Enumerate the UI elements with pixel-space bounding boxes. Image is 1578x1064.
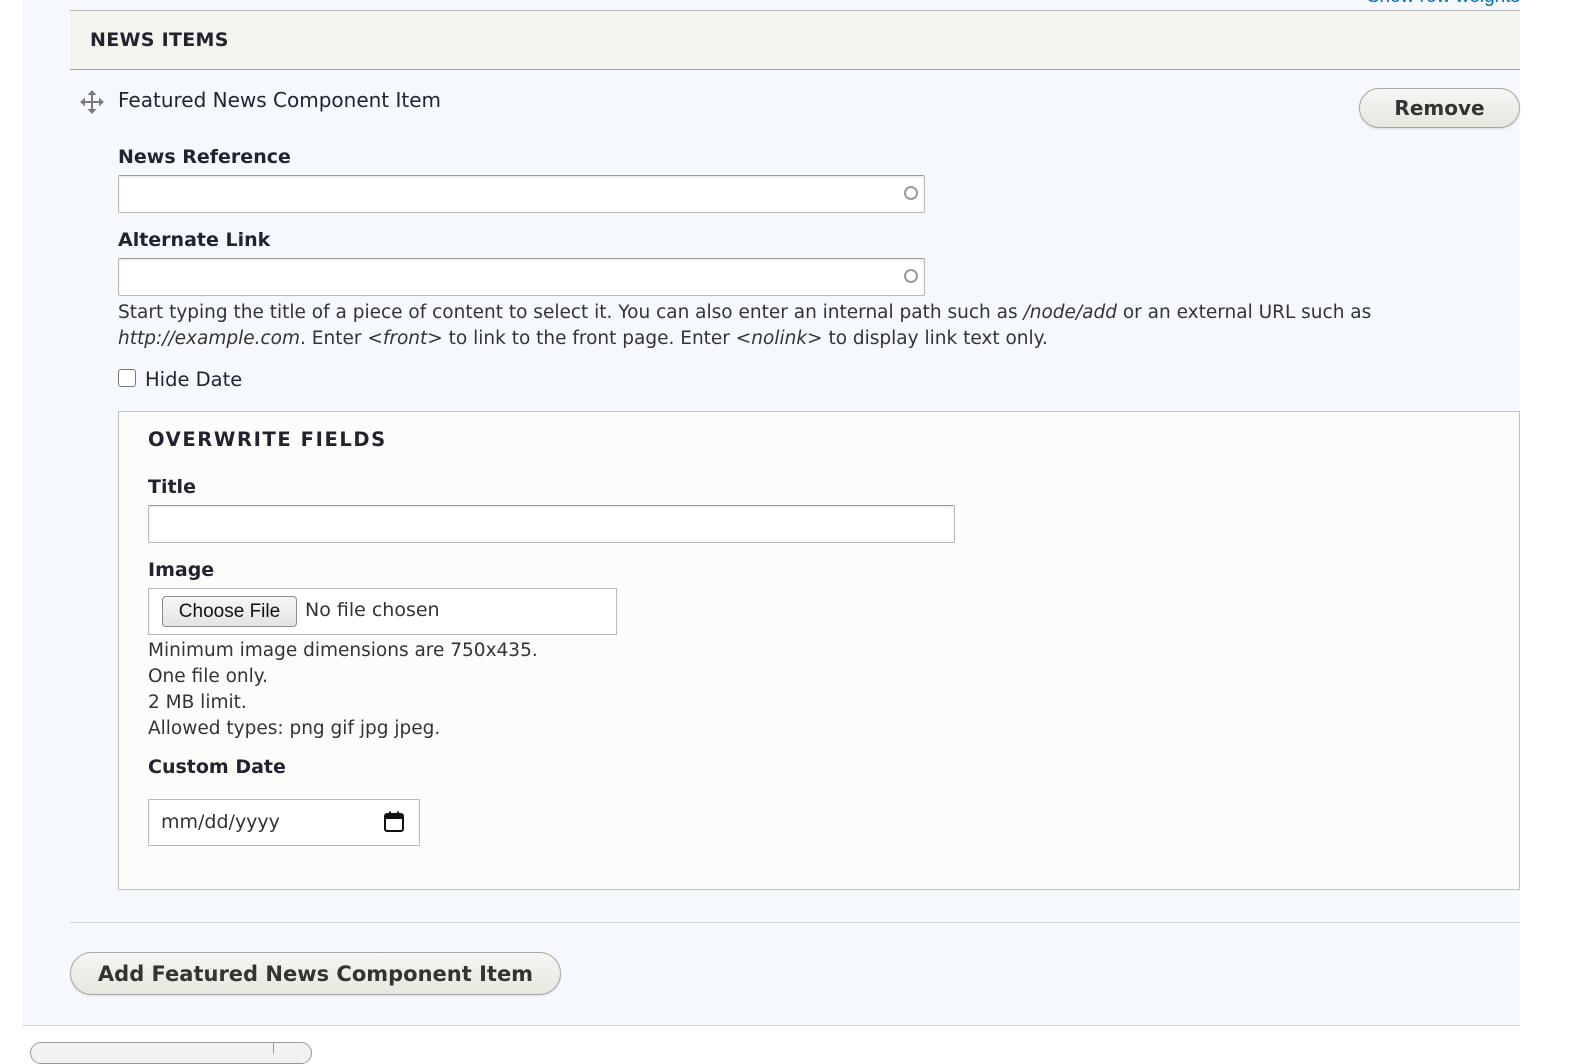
news-reference-label: News Reference: [118, 146, 291, 168]
autocomplete-throbber-icon: [904, 186, 918, 200]
image-help-line: One file only.: [148, 666, 268, 687]
overwrite-fields-legend: OVERWRITE FIELDS: [148, 428, 387, 451]
date-placeholder: mm/dd/yyyy: [161, 811, 280, 833]
custom-date-label: Custom Date: [148, 756, 286, 778]
image-help-line: Allowed types: png gif jpg jpeg.: [148, 718, 441, 739]
hide-date-checkbox[interactable]: [118, 369, 136, 387]
hide-date-label[interactable]: Hide Date: [145, 368, 242, 391]
image-help-line: 2 MB limit.: [148, 692, 247, 713]
table-bottom-border: [70, 922, 1520, 923]
table-header-label: NEWS ITEMS: [90, 29, 229, 51]
calendar-icon[interactable]: [383, 811, 405, 833]
choose-file-button[interactable]: Choose File: [162, 596, 297, 627]
news-reference-input[interactable]: [118, 175, 925, 213]
drag-handle-icon[interactable]: [80, 90, 104, 114]
alternate-link-label: Alternate Link: [118, 229, 271, 251]
panel-bottom-border: [22, 1025, 1520, 1026]
title-input[interactable]: [148, 505, 955, 543]
table-header: NEWS ITEMS: [70, 11, 1520, 70]
autocomplete-throbber-icon: [904, 269, 918, 283]
show-row-weights-link[interactable]: Show row weights: [1367, 0, 1520, 8]
custom-date-input[interactable]: mm/dd/yyyy: [148, 799, 420, 846]
paragraph-item-title: Featured News Component Item: [118, 88, 442, 112]
image-file-input[interactable]: Choose File No file chosen: [148, 588, 617, 635]
add-featured-news-item-button[interactable]: Add Featured News Component Item: [70, 952, 561, 995]
alternate-link-input[interactable]: [118, 258, 925, 296]
dropbutton-divider: [273, 1042, 274, 1054]
dropbutton-partial[interactable]: [30, 1042, 312, 1064]
remove-button[interactable]: Remove: [1359, 88, 1520, 128]
image-label: Image: [148, 559, 215, 581]
alternate-link-description: Start typing the title of a piece of con…: [118, 302, 1372, 349]
file-status-text: No file chosen: [305, 599, 440, 621]
title-label: Title: [148, 476, 196, 498]
image-help-line: Minimum image dimensions are 750x435.: [148, 640, 538, 661]
